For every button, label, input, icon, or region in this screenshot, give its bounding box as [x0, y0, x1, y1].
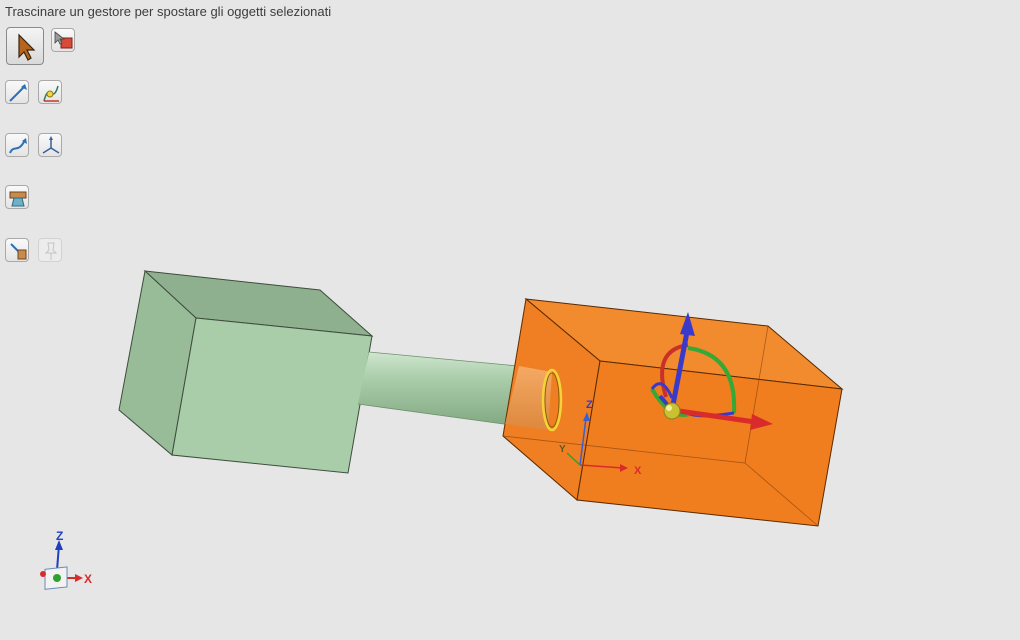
green-box[interactable] [118, 270, 374, 474]
local-y-label: Y [559, 444, 566, 455]
move-handle-origin[interactable] [663, 402, 681, 420]
local-x-label: X [634, 465, 642, 477]
model-scene[interactable]: X Z Y Z X [0, 0, 1020, 640]
view-triad[interactable]: Z X [40, 529, 92, 590]
3d-viewport[interactable]: Trascinare un gestore per spostare gli o… [0, 0, 1020, 640]
local-z-label: Z [586, 399, 593, 411]
view-x-label: X [84, 572, 92, 586]
view-z-label: Z [56, 529, 63, 543]
